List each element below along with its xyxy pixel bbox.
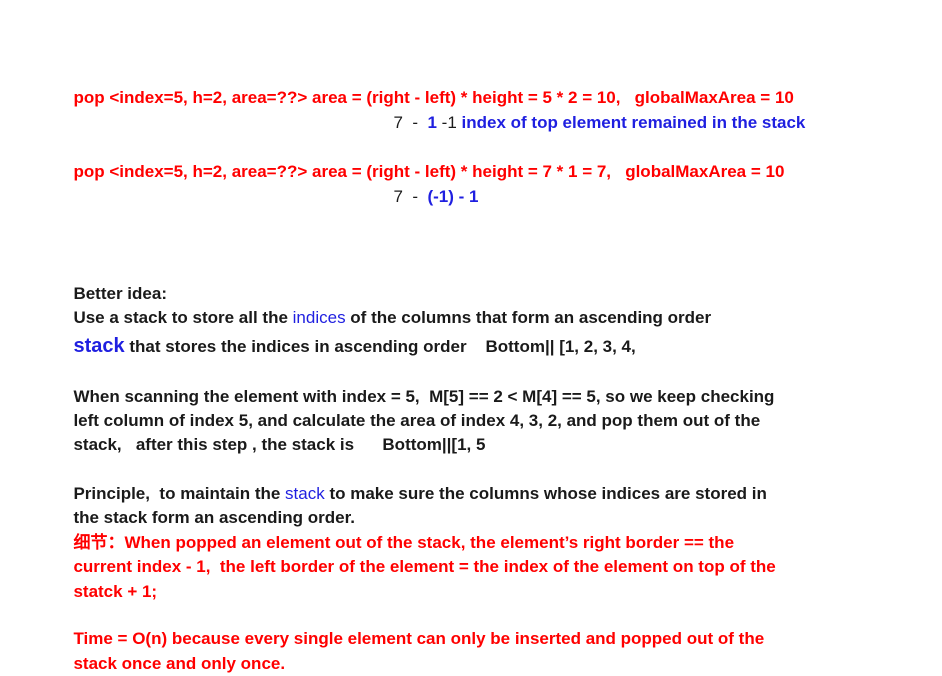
better-l2-b: that stores the indices in ascending ord… (124, 337, 636, 356)
time-line-2: stack once and only once. (64, 628, 285, 676)
pop2-subline: 7 - (-1) - 1 (384, 161, 478, 209)
principle-l1-c: to make sure the columns whose indices a… (324, 484, 767, 503)
pop1-seven: 7 (393, 113, 403, 132)
better-line-2: stack that stores the indices in ascendi… (64, 310, 636, 359)
principle-l5: statck + 1; (73, 582, 158, 601)
pop2-expr: (-1) - 1 (427, 187, 479, 206)
scan-line-3: stack, after this step , the stack is Bo… (64, 409, 485, 457)
pop1-note: index of top element remained in the sta… (461, 113, 806, 132)
principle-l4: current index - 1, the left border of th… (73, 557, 776, 576)
pop2-dash: - (402, 187, 428, 206)
pop1-dash: - (402, 113, 428, 132)
pop2-seven: 7 (393, 187, 403, 206)
better-l2-stack: stack (73, 335, 125, 357)
pop1-one: 1 (427, 113, 437, 132)
principle-line-4: current index - 1, the left border of th… (64, 531, 776, 579)
scan-l3: stack, after this step , the stack is Bo… (73, 435, 486, 454)
pop1-minus-one: -1 (436, 113, 462, 132)
principle-line-5: statck + 1; (64, 556, 157, 604)
pop1-subline: 7 - 1 -1 index of top element remained i… (384, 87, 805, 135)
